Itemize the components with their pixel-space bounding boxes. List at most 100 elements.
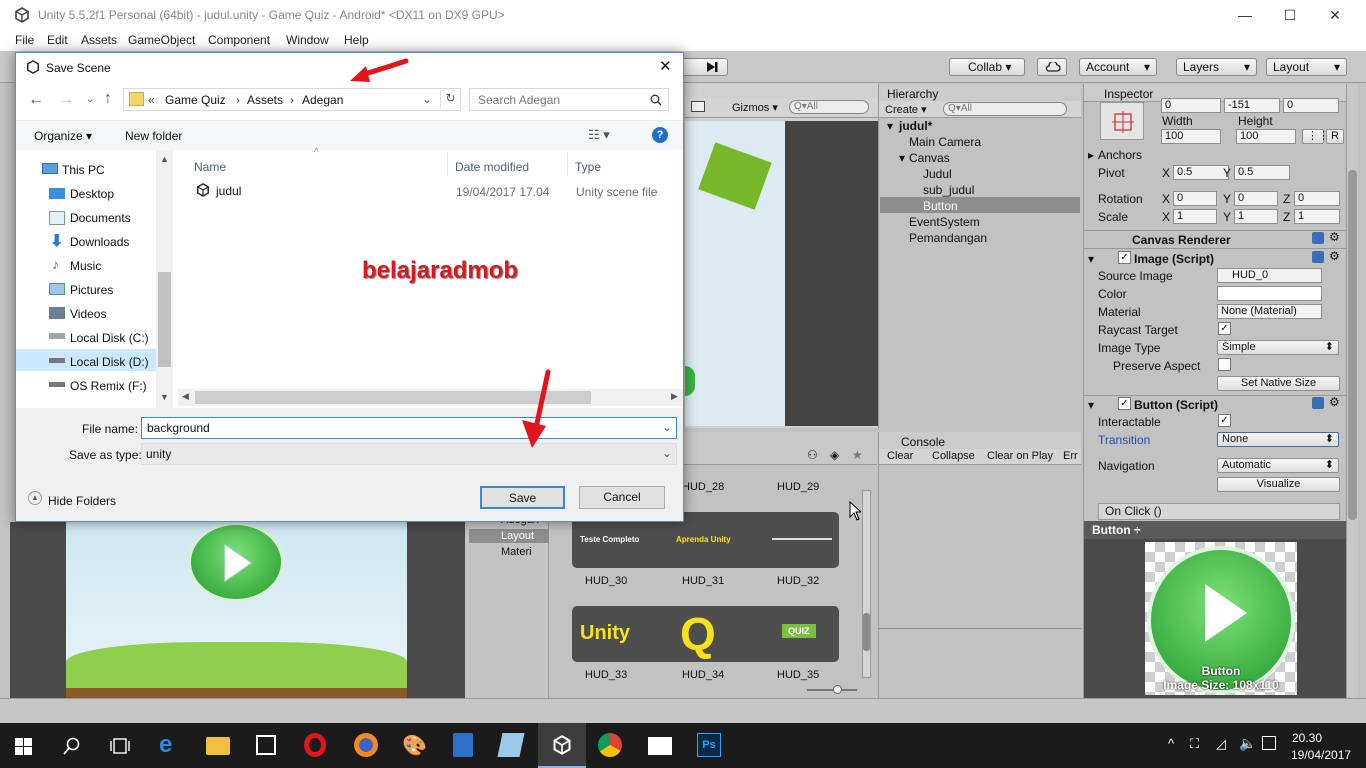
calculator-icon[interactable] — [453, 733, 473, 757]
hide-folders-chevron-icon[interactable]: ▲ — [28, 491, 42, 505]
column-date-modified[interactable]: Date modified — [455, 160, 529, 174]
menu-component[interactable]: Component — [208, 33, 270, 47]
file-explorer-icon[interactable] — [206, 737, 230, 755]
hide-folders-button[interactable]: Hide Folders — [48, 494, 116, 508]
menu-edit[interactable]: Edit — [47, 33, 68, 47]
movie-maker-icon[interactable] — [648, 737, 672, 755]
label-icon[interactable]: ◈ — [830, 448, 839, 462]
folder-materi[interactable]: Materi — [501, 546, 532, 558]
refresh-icon[interactable]: ↻ — [440, 91, 460, 108]
nav-local-disk-c[interactable]: Local Disk (C:) — [70, 331, 149, 345]
set-native-size-button[interactable]: Set Native Size — [1217, 376, 1340, 391]
console-collapse-button[interactable]: Collapse — [932, 450, 975, 462]
console-clear-button[interactable]: Clear — [887, 450, 913, 462]
account-dropdown[interactable]: Account ▾ — [1079, 58, 1157, 76]
button-script-header[interactable]: Button (Script) — [1134, 398, 1218, 412]
hierarchy-item[interactable]: Canvas — [909, 151, 950, 165]
nav-this-pc[interactable]: This PC — [62, 163, 105, 177]
file-row[interactable]: judul 19/04/2017 17.04 Unity scene file — [188, 182, 678, 202]
anchor-preset-button[interactable] — [1100, 102, 1144, 140]
maximize-button[interactable]: ☐ — [1267, 0, 1313, 31]
nav-downloads[interactable]: Downloads — [70, 235, 129, 249]
close-window-button[interactable]: ✕ — [1312, 0, 1358, 31]
nav-music[interactable]: Music — [70, 259, 101, 273]
console-clear-on-play-button[interactable]: Clear on Play — [987, 450, 1053, 462]
firefox-icon[interactable] — [354, 733, 378, 757]
chrome-icon[interactable] — [598, 733, 622, 757]
hierarchy-item-selected[interactable]: Button — [923, 199, 958, 213]
zoom-slider[interactable] — [807, 685, 857, 694]
visualize-button[interactable]: Visualize — [1217, 477, 1340, 492]
asset-thumbnails-row2[interactable]: Unity Q QUIZ — [572, 606, 839, 662]
onclick-event-list[interactable]: On Click () — [1098, 503, 1340, 520]
help-icon[interactable] — [1312, 251, 1324, 263]
save-button[interactable]: Save — [480, 486, 565, 509]
file-name-dropdown-icon[interactable]: ⌄ — [662, 420, 672, 434]
volume-icon[interactable]: 🔈 — [1239, 735, 1256, 752]
source-image-field[interactable]: HUD_0 — [1217, 268, 1322, 283]
edge-browser-icon[interactable]: e — [159, 733, 183, 757]
taskbar-unity-active[interactable] — [538, 723, 586, 768]
cancel-button[interactable]: Cancel — [579, 486, 665, 509]
nav-os-remix-f[interactable]: OS Remix (F:) — [70, 379, 147, 393]
search-icon[interactable] — [63, 737, 81, 755]
dialog-search-input[interactable]: Search Adegan — [469, 88, 669, 111]
help-icon[interactable] — [1312, 397, 1324, 409]
hierarchy-item[interactable]: EventSystem — [909, 215, 980, 229]
settings-gear-icon[interactable]: ⚙ — [1329, 249, 1340, 263]
task-view-icon[interactable] — [110, 738, 130, 754]
people-icon[interactable]: ⛶ — [1190, 736, 1199, 752]
height-field[interactable]: 100 — [1236, 129, 1296, 144]
help-icon[interactable] — [1312, 232, 1324, 244]
create-dropdown[interactable]: Create ▾ — [885, 103, 927, 116]
scene-root-item[interactable]: judul* — [899, 119, 932, 133]
image-enabled-checkbox[interactable]: ✓ — [1118, 251, 1131, 264]
transition-dropdown[interactable]: None ⬍ — [1217, 432, 1339, 447]
store-icon[interactable] — [256, 735, 276, 755]
button-enabled-checkbox[interactable]: ✓ — [1118, 397, 1131, 410]
scale-z-field[interactable]: 1 — [1294, 209, 1340, 224]
windows-start-icon[interactable] — [15, 738, 32, 755]
inspector-scrollbar[interactable] — [1346, 84, 1358, 698]
back-arrow-icon[interactable]: ← — [28, 91, 44, 109]
save-type-dropdown-icon[interactable]: ⌄ — [662, 446, 672, 460]
organize-button[interactable]: Organize ▾ — [34, 129, 92, 143]
dialog-close-button[interactable]: ✕ — [659, 57, 672, 75]
nav-videos[interactable]: Videos — [70, 307, 106, 321]
filter-by-type-icon[interactable]: ⚇ — [807, 448, 818, 462]
forward-arrow-icon[interactable]: → — [58, 91, 74, 109]
new-folder-button[interactable]: New folder — [125, 129, 182, 143]
hierarchy-search-input[interactable]: Q▾All — [943, 102, 1067, 116]
hierarchy-item[interactable]: Pemandangan — [909, 231, 987, 245]
minimize-button[interactable]: — — [1222, 0, 1268, 31]
folder-layout[interactable]: Layout — [501, 530, 534, 542]
rotation-z-field[interactable]: 0 — [1294, 191, 1340, 206]
clock-date[interactable]: 19/04/2017 — [1291, 748, 1351, 762]
address-bar[interactable]: « Game Quiz › Assets › Adegan ⌄ ↻ — [123, 88, 461, 111]
raw-edit-button[interactable]: R — [1326, 129, 1344, 144]
nav-scrollbar[interactable]: ▲ ▼ — [156, 150, 173, 408]
pos-x-field[interactable]: 0 — [1161, 98, 1221, 113]
breadcrumb-adegan[interactable]: Adegan — [302, 93, 343, 107]
column-name[interactable]: Name — [194, 160, 226, 174]
pivot-y-field[interactable]: 0.5 — [1234, 165, 1290, 180]
raycast-target-checkbox[interactable]: ✓ — [1218, 322, 1231, 335]
scene-search-input[interactable]: Q▾All — [789, 100, 869, 114]
collab-button[interactable]: Collab ▾ — [949, 58, 1025, 76]
column-type[interactable]: Type — [575, 160, 601, 174]
scale-x-field[interactable]: 1 — [1173, 209, 1217, 224]
image-type-dropdown[interactable]: Simple ⬍ — [1217, 340, 1339, 355]
menu-window[interactable]: Window — [286, 33, 329, 47]
breadcrumb-game-quiz[interactable]: Game Quiz — [165, 93, 226, 107]
rotation-x-field[interactable]: 0 — [1173, 191, 1217, 206]
cloud-button[interactable] — [1037, 58, 1067, 76]
up-arrow-icon[interactable]: ↑ — [104, 90, 112, 108]
network-icon[interactable]: ◿ — [1216, 736, 1226, 752]
material-field[interactable]: None (Material) — [1217, 304, 1322, 319]
image-script-header[interactable]: Image (Script) — [1134, 252, 1214, 266]
menu-help[interactable]: Help — [344, 33, 369, 47]
address-dropdown-icon[interactable]: ⌄ — [422, 92, 432, 106]
nav-desktop[interactable]: Desktop — [70, 187, 114, 201]
nav-local-disk-d-selected[interactable]: Local Disk (D:) — [70, 355, 149, 369]
photoshop-icon[interactable]: Ps — [697, 733, 721, 757]
